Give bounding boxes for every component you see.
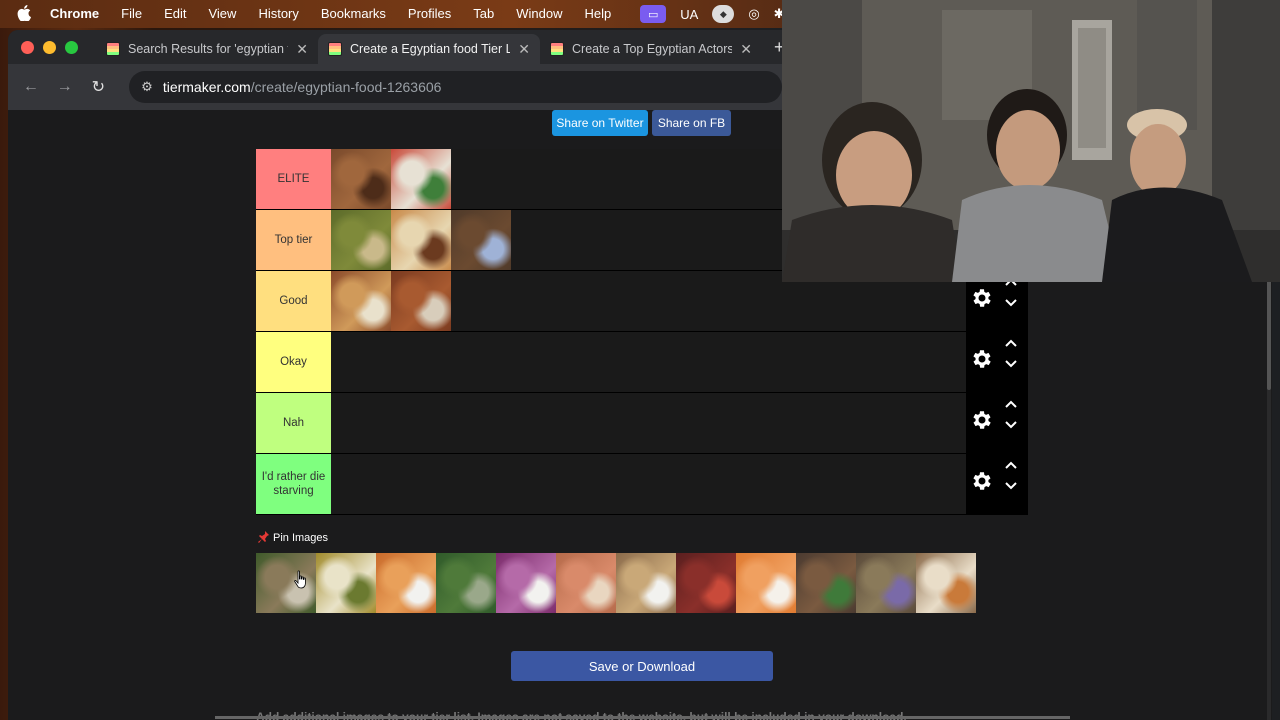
close-icon[interactable]: ✕ — [740, 41, 752, 58]
food-image-ful-medames[interactable] — [391, 271, 451, 331]
tier-items-dropzone[interactable] — [331, 393, 966, 453]
gear-icon[interactable] — [969, 408, 993, 432]
close-window-button[interactable] — [21, 40, 34, 54]
food-image-koshary-salad[interactable] — [391, 149, 451, 209]
tier-items-dropzone[interactable] — [331, 332, 966, 392]
tier-label[interactable]: ELITE — [256, 149, 331, 209]
food-image-stuffed-eggplant[interactable] — [331, 271, 391, 331]
tier-row: Nah — [256, 393, 1028, 454]
tier-controls — [966, 454, 1028, 514]
tiermaker-favicon-icon — [550, 42, 564, 56]
menu-history[interactable]: History — [247, 0, 309, 28]
tier-controls — [966, 393, 1028, 453]
food-image-fish-plate[interactable] — [616, 553, 676, 613]
food-image-hawawshi[interactable] — [391, 210, 451, 270]
menu-edit[interactable]: Edit — [153, 0, 197, 28]
tier-controls — [966, 332, 1028, 392]
airdrop-icon[interactable]: ◎ — [748, 6, 759, 22]
menu-file[interactable]: File — [110, 0, 153, 28]
menu-help[interactable]: Help — [574, 0, 623, 28]
food-image-kebab-grill[interactable] — [796, 553, 856, 613]
tab-title: Create a Egyptian food Tier L — [350, 42, 511, 56]
pin-images-header: Pin Images — [257, 530, 328, 546]
chevron-down-icon[interactable] — [1004, 298, 1018, 308]
food-image-shawarma-wrap[interactable] — [916, 553, 976, 613]
input-source-ua[interactable]: UA — [680, 7, 698, 22]
webcam-video-frame — [782, 0, 1280, 282]
food-image-meat-platter[interactable] — [856, 553, 916, 613]
tier-items-dropzone[interactable] — [331, 454, 966, 514]
menu-bookmarks[interactable]: Bookmarks — [310, 0, 397, 28]
share-twitter-button[interactable]: Share on Twitter — [552, 110, 648, 136]
tier-label[interactable]: Top tier — [256, 210, 331, 270]
new-tab-plus-icon[interactable]: + — [774, 37, 782, 58]
menu-tab[interactable]: Tab — [462, 0, 505, 28]
chevron-down-icon[interactable] — [1004, 481, 1018, 491]
tiermaker-favicon-icon — [328, 42, 342, 56]
chevron-up-icon[interactable] — [1004, 399, 1018, 409]
menu-window[interactable]: Window — [505, 0, 573, 28]
browser-toolbar: ← → ↻ ⚙ tiermaker.com /create/egyptian-f… — [8, 64, 782, 110]
gear-icon[interactable] — [969, 469, 993, 493]
save-or-download-button[interactable]: Save or Download — [511, 651, 773, 681]
food-image-taameya[interactable] — [451, 210, 511, 270]
horizontal-scrollbar[interactable] — [215, 716, 1070, 719]
pin-images-label: Pin Images — [273, 532, 329, 544]
chevron-up-icon[interactable] — [1004, 460, 1018, 470]
tier-label[interactable]: Okay — [256, 332, 331, 392]
hand-cursor-icon — [294, 570, 306, 589]
gear-icon[interactable] — [969, 347, 993, 371]
tab-strip: Search Results for 'egyptian f ✕ Create … — [8, 30, 782, 64]
screen-share-icon[interactable]: ▭ — [640, 5, 667, 23]
tab-title: Create a Top Egyptian Actors — [572, 42, 733, 56]
pushpin-icon — [257, 530, 270, 546]
food-image-ful-kebab[interactable] — [331, 149, 391, 209]
tier-label[interactable]: Nah — [256, 393, 331, 453]
url-path: /create/egyptian-food-1263606 — [250, 79, 442, 95]
close-icon[interactable]: ✕ — [518, 41, 530, 58]
reload-icon[interactable]: ↻ — [85, 74, 111, 100]
zoom-window-button[interactable] — [65, 40, 78, 54]
tiermaker-favicon-icon — [106, 42, 120, 56]
menu-profiles[interactable]: Profiles — [397, 0, 462, 28]
url-host: tiermaker.com — [162, 79, 251, 95]
tier-label[interactable]: I'd rather die starving — [256, 454, 331, 514]
food-image-kofta-patties[interactable] — [676, 553, 736, 613]
chevron-down-icon[interactable] — [1004, 359, 1018, 369]
chevron-down-icon[interactable] — [1004, 420, 1018, 430]
food-image-mahshi[interactable] — [331, 210, 391, 270]
site-info-icon[interactable]: ⚙ — [141, 79, 153, 95]
status-area: ▭ UA ◆ ◎ ✱ — [640, 5, 785, 23]
menu-app-chrome[interactable]: Chrome — [48, 0, 110, 28]
food-image-basbousa[interactable] — [556, 553, 616, 613]
menu-view[interactable]: View — [197, 0, 247, 28]
back-arrow-icon[interactable]: ← — [18, 74, 44, 100]
gear-icon[interactable] — [969, 286, 993, 310]
minimize-window-button[interactable] — [43, 40, 56, 54]
tab-egyptian-food[interactable]: Create a Egyptian food Tier L ✕ — [318, 34, 540, 64]
image-pool — [256, 553, 976, 613]
tab-search-results[interactable]: Search Results for 'egyptian f ✕ — [96, 34, 318, 64]
food-image-fried-fish[interactable] — [376, 553, 436, 613]
tab-title: Search Results for 'egyptian f — [128, 42, 289, 56]
tab-egyptian-actors[interactable]: Create a Top Egyptian Actors ✕ — [540, 34, 762, 64]
food-image-red-onion[interactable] — [496, 553, 556, 613]
food-image-round-breads[interactable] — [736, 553, 796, 613]
food-image-molokhia-soup[interactable] — [436, 553, 496, 613]
webcam-overlay — [782, 0, 1280, 282]
vpn-icon[interactable]: ◆ — [712, 5, 735, 23]
tier-row: Okay — [256, 332, 1028, 393]
close-icon[interactable]: ✕ — [296, 41, 308, 58]
food-image-fatta-bowl[interactable] — [316, 553, 376, 613]
apple-logo-icon[interactable] — [0, 4, 48, 24]
chevron-up-icon[interactable] — [1004, 338, 1018, 348]
address-bar[interactable]: ⚙ tiermaker.com /create/egyptian-food-12… — [129, 71, 782, 103]
share-fb-button[interactable]: Share on FB — [652, 110, 731, 136]
window-controls — [21, 40, 78, 54]
tier-row: I'd rather die starving — [256, 454, 1028, 515]
forward-arrow-icon[interactable]: → — [52, 74, 78, 100]
tier-label[interactable]: Good — [256, 271, 331, 331]
